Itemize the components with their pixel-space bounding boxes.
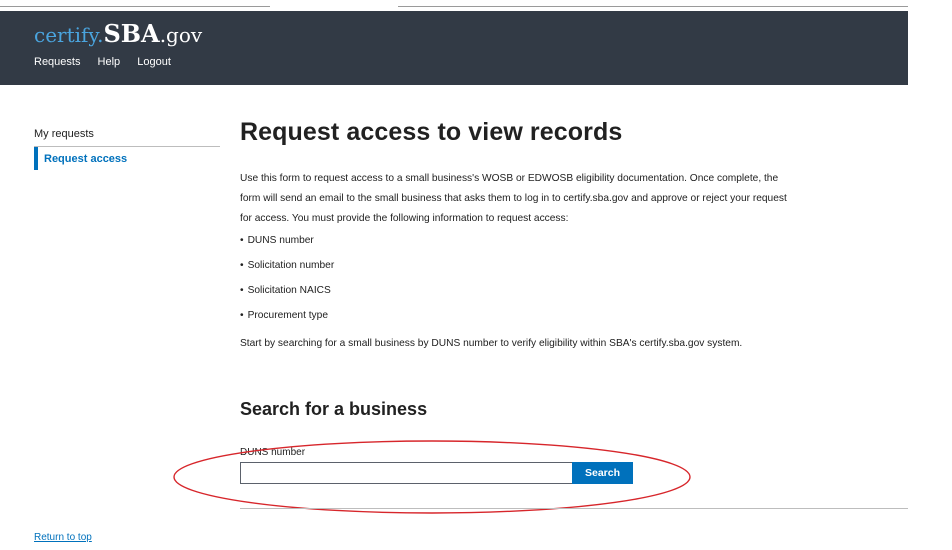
nav-help[interactable]: Help: [98, 56, 121, 68]
search-heading: Search for a business: [240, 399, 428, 419]
top-nav: Requests Help Logout: [34, 56, 185, 68]
bullet-icon: •: [240, 260, 244, 271]
search-button[interactable]: Search: [572, 462, 633, 484]
sidebar-item-label: Request access: [44, 153, 128, 165]
bullet-icon: •: [240, 285, 244, 296]
return-to-top-link[interactable]: Return to top: [34, 532, 92, 543]
sidebar-item-my-requests[interactable]: My requests: [34, 126, 220, 147]
list-item: • Solicitation NAICS: [240, 285, 331, 296]
bullet-icon: •: [240, 235, 244, 246]
window-top-edge: [0, 0, 952, 11]
requirements-list: • DUNS number • Solicitation number • Solic…: [240, 235, 800, 322]
sidebar-item-request-access[interactable]: Request access: [34, 147, 220, 170]
duns-field-label: DUNS number: [240, 447, 306, 458]
site-logo[interactable]: certify.SBA.gov: [34, 19, 202, 48]
content-divider: [240, 508, 908, 509]
nav-requests[interactable]: Requests: [34, 56, 80, 68]
nav-logout[interactable]: Logout: [137, 56, 171, 68]
bullet-icon: •: [240, 310, 244, 321]
start-instructions: Start by searching for a small business …: [240, 338, 743, 349]
list-item: • Procurement type: [240, 310, 328, 321]
site-header: certify.SBA.gov Requests Help Logout: [0, 11, 908, 85]
page-title: Request access to view records: [240, 118, 623, 146]
intro-text: Use this form to request access to a sma…: [240, 173, 787, 224]
duns-number-input[interactable]: [240, 462, 572, 484]
list-item: • Solicitation number: [240, 260, 335, 271]
list-item: • DUNS number: [240, 235, 314, 246]
sidebar: My requests Request access: [34, 126, 220, 170]
main-content: Request access to view records Use this …: [240, 118, 800, 353]
